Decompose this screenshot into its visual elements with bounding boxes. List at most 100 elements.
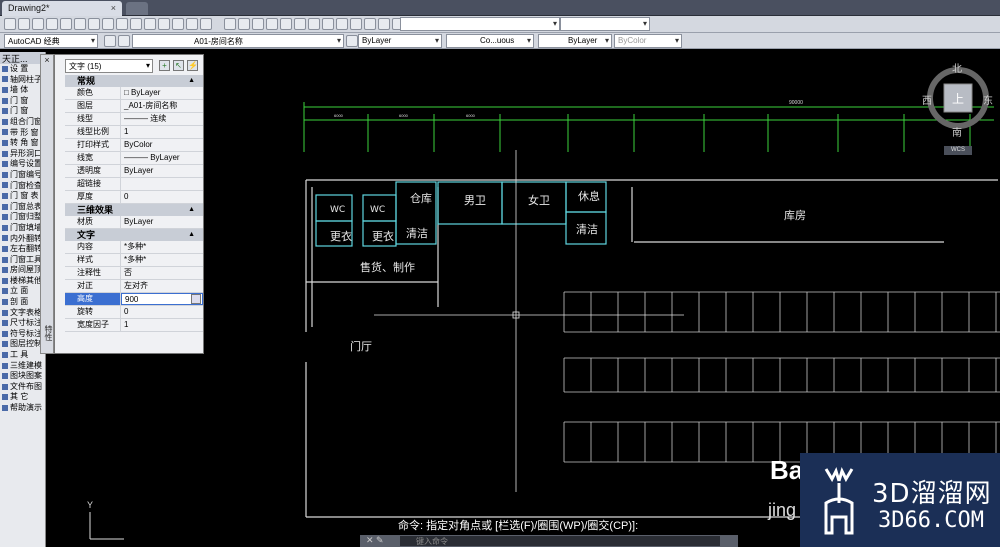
palette-item[interactable]: 左右翻转 <box>0 244 45 255</box>
property-row[interactable]: 厚度 0 <box>65 191 203 204</box>
layer-manager-icon[interactable] <box>118 35 130 47</box>
toolbar-button[interactable] <box>378 18 390 30</box>
toolbar-button[interactable] <box>308 18 320 30</box>
viewcube[interactable]: 北 南 西 东 上 WCS <box>920 60 998 156</box>
palette-item[interactable]: 其 它 <box>0 392 45 403</box>
layer-previous-icon[interactable] <box>346 35 358 47</box>
palette-item[interactable]: 带 形 窗 <box>0 128 45 139</box>
palette-item[interactable]: 图层控制 <box>0 339 45 350</box>
palette-item[interactable]: 门 窗 表 <box>0 191 45 202</box>
close-icon[interactable]: × <box>41 55 53 65</box>
toolbar-button[interactable] <box>46 18 58 30</box>
palette-item[interactable]: 转 角 窗 <box>0 138 45 149</box>
toolbar-button[interactable] <box>158 18 170 30</box>
property-row[interactable]: 图层 _A01-房间名称 <box>65 100 203 113</box>
palette-item[interactable]: 门窗总表 <box>0 202 45 213</box>
palette-item[interactable]: 楼梯其他 <box>0 276 45 287</box>
toolbar-button[interactable] <box>322 18 334 30</box>
palette-item[interactable]: 组合门窗 <box>0 117 45 128</box>
layer-select[interactable]: A01-房间名称 ▾ <box>132 34 344 48</box>
wcs-menu[interactable]: WCS <box>944 146 972 155</box>
toolbar-button[interactable] <box>4 18 16 30</box>
workspace-settings-icon[interactable] <box>104 35 116 47</box>
property-row[interactable]: 线宽 ——— ByLayer <box>65 152 203 165</box>
palette-item[interactable]: 帮助演示 <box>0 403 45 414</box>
property-row[interactable]: 材质 ByLayer <box>65 216 203 229</box>
property-row[interactable]: 线型比例 1 <box>65 126 203 139</box>
calculator-icon[interactable] <box>191 294 201 304</box>
property-row[interactable]: 注释性否 <box>65 267 203 280</box>
lineweight-select[interactable]: ByLayer ▾ <box>538 34 612 48</box>
property-row[interactable]: 透明度 ByLayer <box>65 165 203 178</box>
palette-item[interactable]: 编号设置 <box>0 159 45 170</box>
toolbar-button[interactable] <box>350 18 362 30</box>
toolbar-button[interactable] <box>186 18 198 30</box>
workspace-select[interactable]: AutoCAD 经典 ▾ <box>4 34 98 48</box>
property-row[interactable]: 超链接 <box>65 178 203 191</box>
property-row[interactable]: 内容 *多种* <box>65 241 203 254</box>
viewcube-west[interactable]: 西 <box>922 92 932 107</box>
toolbar-button[interactable] <box>32 18 44 30</box>
properties-section-header[interactable]: 常规 ▲ <box>65 75 203 87</box>
palette-item[interactable]: 工 具 <box>0 350 45 361</box>
property-row[interactable]: 旋转 0 <box>65 306 203 319</box>
drawing-tab[interactable]: Drawing2* × <box>2 1 122 16</box>
palette-item[interactable]: 门窗工具 <box>0 255 45 266</box>
palette-item[interactable]: 门 窗 <box>0 96 45 107</box>
palette-item[interactable]: 门窗检查 <box>0 181 45 192</box>
palette-item[interactable]: 内外翻转 <box>0 234 45 245</box>
palette-item[interactable]: 剖 面 <box>0 297 45 308</box>
property-row[interactable]: 打印样式 ByColor <box>65 139 203 152</box>
palette-item[interactable]: 文件布图 <box>0 382 45 393</box>
toolbar-button[interactable] <box>364 18 376 30</box>
palette-item[interactable]: 立 面 <box>0 286 45 297</box>
toolbar-button[interactable] <box>200 18 212 30</box>
palette-item[interactable]: 设 置 <box>0 64 45 75</box>
toolbar-button[interactable] <box>266 18 278 30</box>
style-select[interactable]: ▾ <box>400 17 560 31</box>
toolbar-button[interactable] <box>294 18 306 30</box>
style-select[interactable]: ▾ <box>560 17 650 31</box>
toolbar-button[interactable] <box>252 18 264 30</box>
palette-item[interactable]: 门 窗 <box>0 106 45 117</box>
toolbar-button[interactable] <box>130 18 142 30</box>
property-row[interactable]: 样式 *多种* <box>65 254 203 267</box>
object-type-select[interactable]: 文字 (15) ▾ <box>65 59 153 73</box>
palette-item[interactable]: 门窗填墙 <box>0 223 45 234</box>
palette-item[interactable]: 异形洞口 <box>0 149 45 160</box>
property-row[interactable]: 高度 900 <box>65 293 203 306</box>
palette-item[interactable]: 轴网柱子 <box>0 75 45 86</box>
viewcube-north[interactable]: 北 <box>952 60 962 75</box>
viewcube-south[interactable]: 南 <box>952 124 962 139</box>
palette-item[interactable]: 文字表格 <box>0 308 45 319</box>
viewcube-east[interactable]: 东 <box>983 92 993 107</box>
toolbar-button[interactable] <box>102 18 114 30</box>
new-tab-button[interactable] <box>126 2 148 15</box>
toolbar-button[interactable] <box>74 18 86 30</box>
property-row[interactable]: 线型 ——— 连续 <box>65 113 203 126</box>
palette-item[interactable]: 尺寸标注 <box>0 318 45 329</box>
property-row[interactable]: 宽度因子 1 <box>65 319 203 332</box>
viewcube-face[interactable]: 上 <box>952 90 964 107</box>
toolbar-button[interactable] <box>280 18 292 30</box>
toolbar-button[interactable] <box>336 18 348 30</box>
toolbar-button[interactable] <box>60 18 72 30</box>
quick-select-icon[interactable]: ⚡ <box>187 60 198 71</box>
toolbar-button[interactable] <box>224 18 236 30</box>
toggle-pickadd-icon[interactable]: + <box>159 60 170 71</box>
properties-section-header[interactable]: 三维效果 ▲ <box>65 204 203 216</box>
palette-item[interactable]: 符号标注 <box>0 329 45 340</box>
plotstyle-select[interactable]: ByColor ▾ <box>614 34 682 48</box>
palette-item[interactable]: 门窗编号 <box>0 170 45 181</box>
palette-item[interactable]: 房间屋顶 <box>0 265 45 276</box>
linetype-select[interactable]: Co...uous ▾ <box>446 34 534 48</box>
toolbar-button[interactable] <box>88 18 100 30</box>
toolbar-button[interactable] <box>116 18 128 30</box>
palette-item[interactable]: 墙 体 <box>0 85 45 96</box>
property-row[interactable]: 对正 左对齐 <box>65 280 203 293</box>
toolbar-button[interactable] <box>238 18 250 30</box>
palette-item[interactable]: 图块图案 <box>0 371 45 382</box>
close-icon[interactable]: ✕ ✎ <box>366 535 384 545</box>
command-input[interactable]: 键入命令 <box>400 536 720 546</box>
properties-section-header[interactable]: 文字 ▲ <box>65 229 203 241</box>
